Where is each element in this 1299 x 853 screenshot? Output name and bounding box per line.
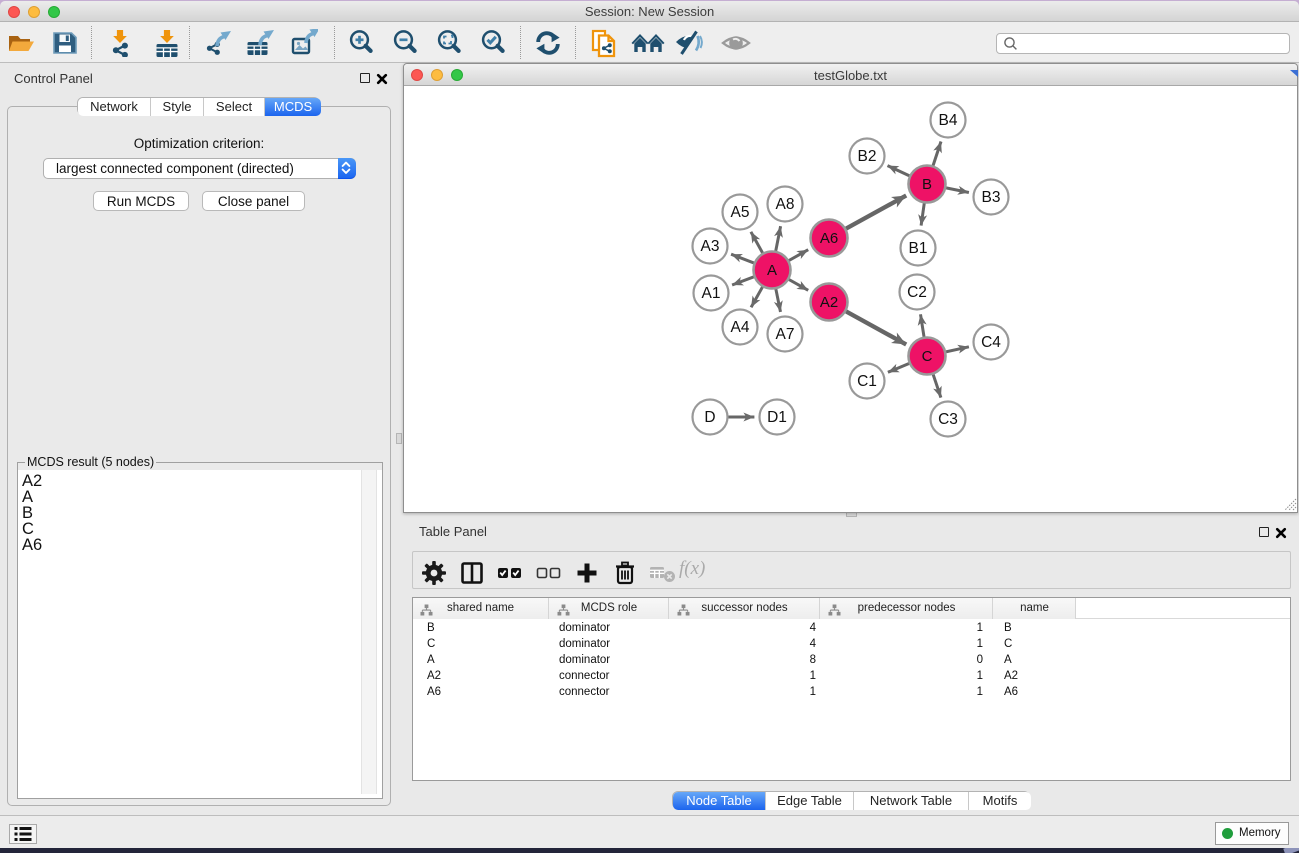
svg-text:A4: A4 xyxy=(731,319,750,336)
svg-text:D1: D1 xyxy=(767,409,787,426)
svg-text:A6: A6 xyxy=(820,230,838,247)
svg-text:B: B xyxy=(922,176,932,193)
svg-text:C: C xyxy=(922,348,933,365)
svg-text:A7: A7 xyxy=(776,326,795,343)
svg-text:C1: C1 xyxy=(857,373,877,390)
svg-text:B2: B2 xyxy=(858,148,877,165)
svg-text:A1: A1 xyxy=(702,285,721,302)
svg-text:B4: B4 xyxy=(939,112,958,129)
svg-text:A3: A3 xyxy=(701,238,720,255)
svg-text:C4: C4 xyxy=(981,334,1001,351)
svg-text:A8: A8 xyxy=(776,196,795,213)
svg-text:B1: B1 xyxy=(909,240,928,257)
svg-text:B3: B3 xyxy=(982,189,1001,206)
svg-text:C3: C3 xyxy=(938,411,958,428)
svg-text:A2: A2 xyxy=(820,294,838,311)
svg-text:A5: A5 xyxy=(731,204,750,221)
svg-text:A: A xyxy=(767,262,777,279)
svg-text:D: D xyxy=(704,409,715,426)
svg-text:C2: C2 xyxy=(907,284,927,301)
